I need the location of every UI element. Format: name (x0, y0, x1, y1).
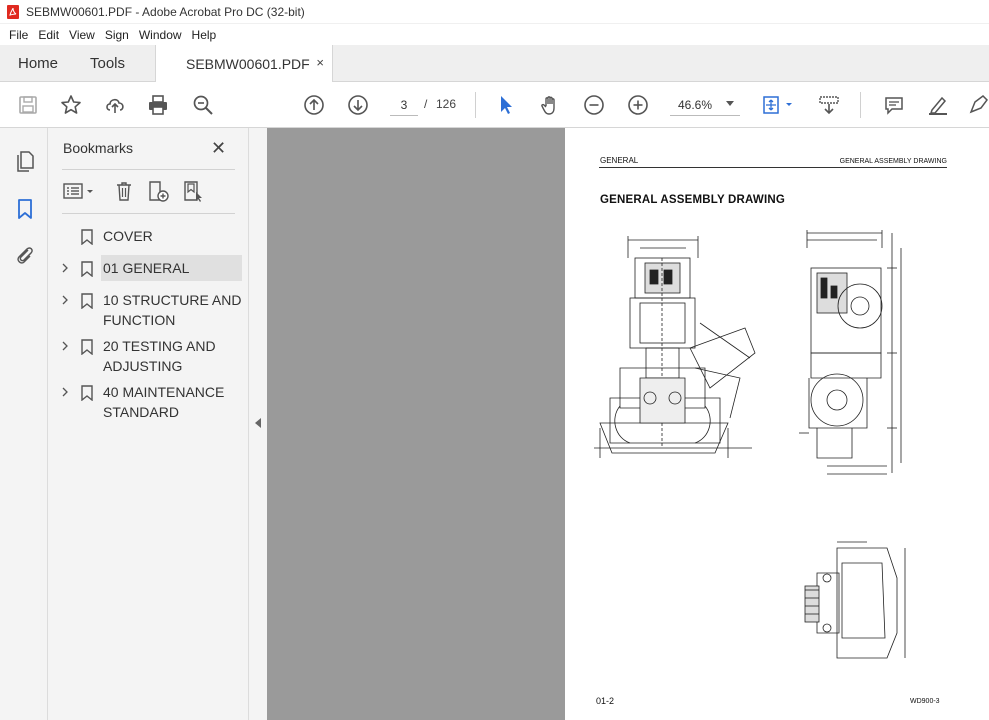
delete-bookmark-icon[interactable] (113, 180, 135, 202)
collapse-panel-icon[interactable] (255, 418, 261, 428)
attachments-icon[interactable] (13, 243, 37, 267)
document-viewport[interactable]: GENERAL GENERAL ASSEMBLY DRAWING GENERAL… (267, 128, 989, 720)
upload-icon[interactable] (103, 93, 127, 117)
close-panel-icon[interactable]: ✕ (211, 138, 226, 159)
window-title: SEBMW00601.PDF - Adobe Acrobat Pro DC (3… (26, 4, 305, 19)
bookmark-label: 10 STRUCTURE AND FUNCTION (103, 292, 242, 328)
chevron-down-icon (726, 101, 734, 106)
close-tab-icon[interactable]: × (316, 55, 324, 70)
page-number-input[interactable] (390, 94, 418, 116)
menu-window[interactable]: Window (134, 28, 187, 42)
chevron-right-icon[interactable] (61, 387, 69, 397)
bookmarks-icon[interactable] (13, 197, 37, 221)
bookmark-label: 01 GENERAL (103, 260, 190, 276)
page-header-title: GENERAL ASSEMBLY DRAWING (839, 158, 947, 165)
next-page-icon[interactable] (346, 93, 370, 117)
chevron-right-icon[interactable] (61, 263, 69, 273)
tab-document[interactable]: SEBMW00601.PDF × (155, 45, 333, 83)
tab-document-label: SEBMW00601.PDF (186, 56, 310, 72)
hand-icon[interactable] (538, 93, 562, 117)
save-icon[interactable] (16, 93, 40, 117)
star-icon[interactable] (59, 93, 83, 117)
toolbar-divider (475, 92, 476, 118)
bookmark-icon (81, 261, 93, 277)
navigation-rail (0, 128, 48, 720)
toolbar: / 126 46.6% (0, 82, 989, 128)
bookmark-icon (81, 229, 93, 245)
bookmark-label: 40 MAINTENANCE STANDARD (103, 384, 225, 420)
page-heading: GENERAL ASSEMBLY DRAWING (600, 194, 785, 206)
zoom-out-icon[interactable] (582, 93, 606, 117)
title-bar: SEBMW00601.PDF - Adobe Acrobat Pro DC (3… (0, 0, 989, 24)
menu-help[interactable]: Help (187, 28, 222, 42)
page-footer-number: 01-2 (596, 696, 615, 706)
zoom-dropdown[interactable]: 46.6% (670, 94, 740, 116)
menu-view[interactable]: View (64, 28, 100, 42)
panel-divider (62, 213, 235, 214)
menu-bar: File Edit View Sign Window Help (0, 24, 989, 45)
bookmarks-toolbar (62, 178, 242, 204)
bookmark-options-icon[interactable] (62, 180, 98, 202)
tab-home[interactable]: Home (18, 45, 58, 82)
menu-edit[interactable]: Edit (33, 28, 64, 42)
print-icon[interactable] (146, 93, 170, 117)
menu-sign[interactable]: Sign (100, 28, 134, 42)
bookmark-icon (81, 385, 93, 401)
menu-file[interactable]: File (4, 28, 33, 42)
tab-bar: Home Tools SEBMW00601.PDF × (0, 45, 989, 83)
front-view-drawing (594, 236, 756, 458)
tab-tools[interactable]: Tools (90, 45, 125, 82)
page-section-label: GENERAL (600, 156, 639, 165)
panel-divider (62, 169, 235, 170)
top-view-drawing (804, 541, 906, 659)
bookmark-icon (81, 339, 93, 355)
page-thumbnails-icon[interactable] (13, 149, 37, 173)
bookmark-icon (81, 293, 93, 309)
page-footer-model: WD900-3 (910, 698, 940, 705)
find-icon[interactable] (191, 93, 215, 117)
draw-icon[interactable] (966, 93, 989, 117)
fit-page-icon[interactable] (760, 93, 798, 117)
zoom-in-icon[interactable] (626, 93, 650, 117)
page-header-rule (599, 167, 947, 168)
page-separator: / (424, 97, 428, 111)
bookmark-label: 20 TESTING AND ADJUSTING (103, 338, 216, 374)
chevron-right-icon[interactable] (61, 341, 69, 351)
comment-icon[interactable] (882, 93, 906, 117)
new-bookmark-icon[interactable] (147, 180, 169, 202)
bookmark-label: COVER (103, 228, 153, 244)
toolbar-divider (860, 92, 861, 118)
pdf-page: GENERAL GENERAL ASSEMBLY DRAWING GENERAL… (565, 128, 989, 720)
panel-splitter[interactable] (248, 128, 267, 720)
previous-page-icon[interactable] (302, 93, 326, 117)
zoom-value: 46.6% (678, 98, 713, 112)
bookmarks-panel: Bookmarks ✕ COVER 01 GENERAL 10 STRUCTUR… (48, 128, 248, 720)
side-view-drawing (799, 230, 902, 475)
select-cursor-icon[interactable] (494, 93, 518, 117)
add-bookmark-from-selection-icon[interactable] (182, 180, 204, 202)
bookmarks-panel-title: Bookmarks (63, 140, 134, 156)
highlight-icon[interactable] (926, 93, 950, 117)
chevron-right-icon[interactable] (61, 295, 69, 305)
acrobat-logo-icon (7, 4, 19, 19)
scrolling-mode-icon[interactable] (817, 93, 841, 117)
total-pages: 126 (436, 97, 457, 111)
